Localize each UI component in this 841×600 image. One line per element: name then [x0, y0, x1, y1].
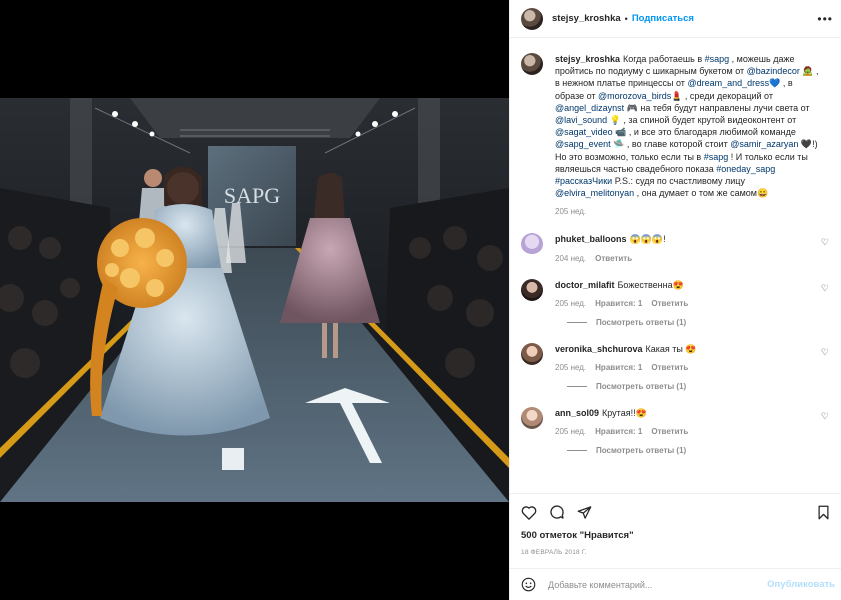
- mention-link[interactable]: @elvira_melitonyan: [555, 188, 634, 198]
- mention-link[interactable]: @bazindecor: [747, 66, 800, 76]
- caption-username[interactable]: stejsy_kroshka: [555, 54, 620, 64]
- comment-likes[interactable]: Нравится: 1: [595, 299, 642, 308]
- comment-time[interactable]: 204 нед.: [555, 254, 586, 263]
- hashtag-link[interactable]: #oneday_sapg: [716, 164, 775, 174]
- post-header: stejsy_kroshka • Подписаться •••: [510, 0, 841, 38]
- caption-segment: 🛸 , во главе которой стоит: [610, 139, 731, 150]
- comment-time[interactable]: 205 нед.: [555, 299, 586, 308]
- header-username[interactable]: stejsy_kroshka: [552, 13, 621, 24]
- reply-button[interactable]: Ответить: [651, 427, 688, 436]
- hashtag-link[interactable]: #sapg: [705, 54, 730, 64]
- action-icons: [521, 503, 830, 521]
- comment-body: Какая ты 😍: [645, 343, 697, 354]
- caption-segment: 💡 , за спиной будет крутой видеоконтент …: [607, 115, 797, 126]
- view-replies-label: Посмотреть ответы (1): [596, 317, 687, 327]
- comment-username[interactable]: veronika_shchurova: [555, 344, 643, 354]
- avatar[interactable]: [521, 407, 543, 430]
- comment-icon[interactable]: [549, 504, 565, 520]
- caption-segment: , она думает о том же самом😀: [634, 188, 769, 199]
- mention-link[interactable]: @dream_and_dress: [687, 78, 769, 88]
- comment-username[interactable]: phuket_balloons: [555, 234, 627, 244]
- caption-segment: P.S.: судя по счастливому лицу: [612, 176, 745, 187]
- comment-username[interactable]: ann_sol09: [555, 408, 599, 418]
- comment-time[interactable]: 205 нед.: [555, 427, 586, 436]
- comment-meta: 204 нед. Ответить: [555, 254, 819, 263]
- likes-count[interactable]: 500 отметок "Нравится": [521, 530, 830, 541]
- hashtag-link[interactable]: #sapg: [704, 152, 729, 162]
- comment-text: ann_sol09 Крутая!!😍: [555, 407, 819, 419]
- comment-likes[interactable]: Нравится: 1: [595, 363, 642, 372]
- replies-divider: [567, 386, 587, 388]
- caption-segment: 💄 , среди декораций от: [671, 90, 773, 101]
- reply-button[interactable]: Ответить: [595, 254, 632, 263]
- bookmark-icon[interactable]: [817, 505, 830, 520]
- view-replies-button[interactable]: Посмотреть ответы (1): [567, 446, 829, 455]
- avatar[interactable]: [521, 53, 543, 75]
- comment-body: 😱😱😱!: [629, 234, 666, 245]
- view-replies-button[interactable]: Посмотреть ответы (1): [567, 382, 829, 391]
- caption-meta: 205 нед.: [555, 207, 819, 216]
- comment-like-heart-icon[interactable]: ♡: [821, 283, 829, 294]
- comment-time[interactable]: 205 нед.: [555, 363, 586, 372]
- comment-meta: 205 нед. Нравится: 1 Ответить: [555, 299, 819, 308]
- comment-text: doctor_milafit Божественна😍: [555, 279, 819, 291]
- add-comment-bar: Опубликовать: [510, 568, 841, 600]
- comment-item: ann_sol09 Крутая!!😍 205 нед. Нравится: 1 …: [521, 407, 829, 436]
- hashtag-link[interactable]: #рассказЧики: [555, 176, 612, 186]
- comment-username[interactable]: doctor_milafit: [555, 280, 615, 290]
- comment-text: veronika_shchurova Какая ты 😍: [555, 343, 819, 355]
- mention-link[interactable]: @sapg_event: [555, 139, 611, 149]
- caption-segment: Когда работаешь в: [623, 54, 705, 64]
- post-modal: SAPG stejsy_kroshka • Подписаться ••• st…: [0, 0, 841, 600]
- mention-link[interactable]: @sagat_video: [555, 127, 613, 137]
- comment-item: phuket_balloons 😱😱😱! 204 нед. Ответить ♡: [521, 233, 829, 263]
- post-sidebar: stejsy_kroshka • Подписаться ••• stejsy_…: [509, 0, 841, 600]
- post-date: 18 ФЕВРАЛЬ 2018 Г.: [521, 549, 587, 556]
- heart-icon[interactable]: [521, 505, 537, 520]
- caption-text: stejsy_kroshka Когда работаешь в #sapg , …: [555, 53, 819, 199]
- comments-list[interactable]: stejsy_kroshka Когда работаешь в #sapg , …: [510, 39, 841, 493]
- reply-button[interactable]: Ответить: [651, 363, 688, 372]
- view-replies-label: Посмотреть ответы (1): [596, 446, 687, 456]
- post-photo[interactable]: SAPG: [0, 98, 509, 502]
- avatar[interactable]: [521, 7, 543, 30]
- avatar[interactable]: [521, 342, 543, 365]
- comment-meta: 205 нед. Нравится: 1 Ответить: [555, 427, 819, 436]
- replies-divider: [567, 321, 587, 323]
- publish-button[interactable]: Опубликовать: [767, 579, 835, 590]
- comment-like-heart-icon[interactable]: ♡: [821, 411, 829, 422]
- emoji-icon[interactable]: [521, 577, 536, 592]
- mention-link[interactable]: @samir_azaryan: [730, 139, 798, 149]
- comment-likes[interactable]: Нравится: 1: [595, 427, 642, 436]
- mention-link[interactable]: @lavi_sound: [555, 115, 607, 125]
- caption: stejsy_kroshka Когда работаешь в #sapg , …: [521, 53, 829, 216]
- comment-item: veronika_shchurova Какая ты 😍 205 нед. Нр…: [521, 342, 829, 372]
- share-icon[interactable]: [577, 505, 592, 520]
- post-actions: 500 отметок "Нравится" 18 ФЕВРАЛЬ 2018 Г…: [510, 493, 841, 556]
- avatar[interactable]: [521, 278, 543, 301]
- comment-input[interactable]: [548, 579, 768, 590]
- comment-body: Крутая!!😍: [602, 408, 647, 419]
- mention-link[interactable]: @angel_dizaynst: [555, 103, 624, 113]
- comment-like-heart-icon[interactable]: ♡: [821, 347, 829, 358]
- comment-meta: 205 нед. Нравится: 1 Ответить: [555, 363, 819, 372]
- caption-time[interactable]: 205 нед.: [555, 207, 586, 216]
- replies-divider: [567, 450, 587, 452]
- post-media: SAPG: [0, 0, 509, 600]
- view-replies-button[interactable]: Посмотреть ответы (1): [567, 318, 829, 327]
- more-options-icon[interactable]: •••: [817, 12, 833, 26]
- comment-item: doctor_milafit Божественна😍 205 нед. Нрав…: [521, 278, 829, 308]
- caption-segment: 📹 , и все это благодаря любимой команде: [612, 127, 796, 138]
- view-replies-label: Посмотреть ответы (1): [596, 382, 687, 392]
- comment-body: Божественна😍: [617, 279, 684, 290]
- avatar[interactable]: [521, 233, 543, 256]
- header-separator: •: [624, 13, 628, 24]
- reply-button[interactable]: Ответить: [651, 299, 688, 308]
- follow-button[interactable]: Подписаться: [632, 13, 694, 24]
- mention-link[interactable]: @morozova_birds: [598, 91, 671, 101]
- comment-like-heart-icon[interactable]: ♡: [821, 237, 829, 248]
- comment-text: phuket_balloons 😱😱😱!: [555, 233, 819, 245]
- caption-segment: 🎮 на тебя будут направлены лучи света от: [624, 102, 810, 113]
